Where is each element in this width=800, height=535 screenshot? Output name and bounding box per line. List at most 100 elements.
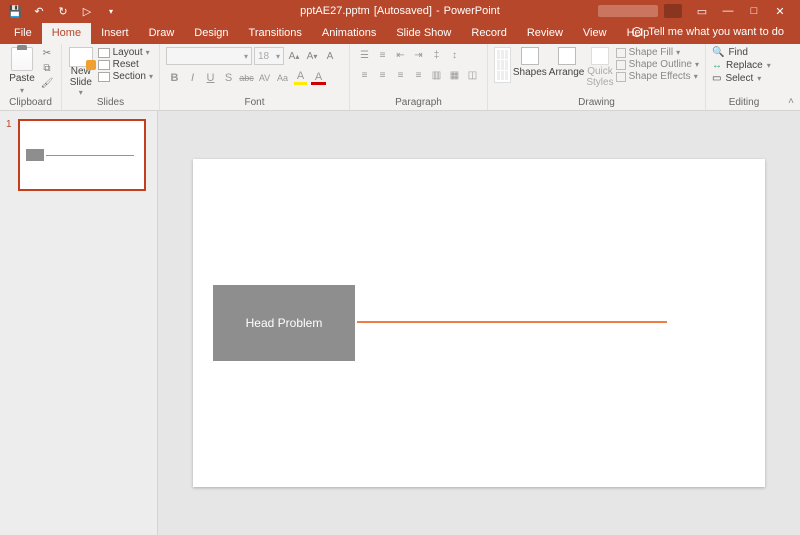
shapes-gallery[interactable] bbox=[494, 47, 511, 83]
tab-home[interactable]: Home bbox=[42, 23, 91, 44]
font-color-swatch bbox=[311, 82, 326, 85]
columns-icon[interactable]: ▥ bbox=[428, 67, 445, 83]
justify-icon[interactable]: ≡ bbox=[410, 67, 427, 83]
tell-me-label: Tell me what you want to do bbox=[648, 26, 784, 38]
shape-outline-button[interactable]: Shape Outline▾ bbox=[616, 59, 699, 70]
strikethrough-button[interactable]: abc bbox=[238, 69, 255, 86]
doc-autosaved: [Autosaved] bbox=[374, 5, 432, 17]
new-slide-button[interactable]: New Slide ▾ bbox=[68, 47, 94, 97]
select-button[interactable]: ▭Select▾ bbox=[712, 73, 776, 84]
shape-fill-button[interactable]: Shape Fill▾ bbox=[616, 47, 699, 58]
tab-draw[interactable]: Draw bbox=[139, 23, 185, 44]
slide-thumbnail-pane[interactable]: 1 bbox=[0, 111, 158, 535]
bold-button[interactable]: B bbox=[166, 69, 183, 86]
paste-icon bbox=[11, 47, 33, 71]
title-placeholder[interactable]: Head Problem bbox=[213, 285, 355, 361]
tab-transitions[interactable]: Transitions bbox=[239, 23, 312, 44]
text-direction-icon[interactable]: ↕ bbox=[446, 47, 463, 63]
increase-indent-icon[interactable]: ⇥ bbox=[410, 47, 427, 63]
newslide-dropdown-icon[interactable]: ▾ bbox=[79, 88, 83, 97]
quick-styles-button[interactable]: Quick Styles bbox=[586, 47, 613, 88]
font-highlight-button[interactable]: A bbox=[292, 69, 309, 86]
text-shadow-button[interactable]: S bbox=[220, 69, 237, 86]
start-from-beginning-icon[interactable]: ▷ bbox=[80, 4, 94, 18]
font-size-combo[interactable]: 18▾ bbox=[254, 47, 284, 65]
shapes-icon bbox=[521, 47, 539, 65]
decorative-line[interactable] bbox=[357, 321, 667, 323]
slide-editor-area[interactable]: Head Problem bbox=[158, 111, 800, 535]
font-size-value: 18 bbox=[258, 51, 269, 62]
save-icon[interactable]: 💾 bbox=[8, 4, 22, 18]
underline-button[interactable]: U bbox=[202, 69, 219, 86]
tab-animations[interactable]: Animations bbox=[312, 23, 386, 44]
shapes-label: Shapes bbox=[513, 67, 547, 78]
tab-slideshow[interactable]: Slide Show bbox=[386, 23, 461, 44]
workspace: 1 Head Problem bbox=[0, 111, 800, 535]
shape-effects-icon bbox=[616, 72, 626, 82]
decrease-font-icon[interactable]: A▾ bbox=[304, 48, 320, 64]
tab-design[interactable]: Design bbox=[184, 23, 238, 44]
undo-icon[interactable]: ↶ bbox=[32, 4, 46, 18]
smartart-icon[interactable]: ◫ bbox=[464, 67, 481, 83]
doc-filename: pptAE27.pptm bbox=[300, 5, 370, 17]
tab-view[interactable]: View bbox=[573, 23, 617, 44]
replace-button[interactable]: ↔Replace▾ bbox=[712, 60, 776, 71]
ribbon-display-icon[interactable]: ▭ bbox=[696, 5, 708, 17]
group-editing: 🔍Find ↔Replace▾ ▭Select▾ Editing bbox=[706, 44, 782, 110]
new-slide-icon bbox=[69, 47, 93, 67]
title-bar: 💾 ↶ ↻ ▷ ▾ pptAE27.pptm [Autosaved] - Pow… bbox=[0, 0, 800, 22]
copy-icon[interactable]: ⧉ bbox=[40, 62, 54, 75]
tab-file[interactable]: File bbox=[4, 23, 42, 44]
paste-button[interactable]: Paste ▾ bbox=[6, 47, 38, 95]
user-account[interactable] bbox=[598, 4, 682, 18]
section-button[interactable]: Section▾ bbox=[98, 71, 153, 82]
font-family-combo[interactable]: ▾ bbox=[166, 47, 252, 65]
align-left-icon[interactable]: ≡ bbox=[356, 67, 373, 83]
clear-formatting-icon[interactable]: A bbox=[322, 48, 338, 64]
quick-access-toolbar: 💾 ↶ ↻ ▷ ▾ bbox=[0, 4, 118, 18]
cut-icon[interactable]: ✂ bbox=[40, 47, 54, 60]
quick-styles-label: Quick Styles bbox=[586, 67, 613, 88]
bullets-icon[interactable]: ☰ bbox=[356, 47, 373, 63]
tab-record[interactable]: Record bbox=[461, 23, 516, 44]
thumbnail-preview[interactable] bbox=[18, 119, 146, 191]
minimize-icon[interactable]: — bbox=[722, 5, 734, 17]
italic-button[interactable]: I bbox=[184, 69, 201, 86]
tell-me-search[interactable]: Tell me what you want to do bbox=[632, 26, 784, 38]
group-label-slides: Slides bbox=[62, 97, 159, 108]
increase-font-icon[interactable]: A▴ bbox=[286, 48, 302, 64]
close-icon[interactable]: ✕ bbox=[774, 5, 786, 17]
group-label-editing: Editing bbox=[706, 97, 782, 108]
maximize-icon[interactable]: □ bbox=[748, 5, 760, 17]
group-label-font: Font bbox=[160, 97, 349, 108]
reset-button[interactable]: Reset bbox=[98, 59, 153, 70]
slide-canvas[interactable]: Head Problem bbox=[193, 159, 765, 487]
select-icon: ▭ bbox=[712, 73, 721, 84]
window-title: pptAE27.pptm [Autosaved] - PowerPoint bbox=[300, 5, 500, 17]
find-button[interactable]: 🔍Find bbox=[712, 47, 776, 58]
arrange-button[interactable]: Arrange bbox=[549, 47, 585, 78]
lightbulb-icon bbox=[632, 27, 642, 37]
qat-customize-icon[interactable]: ▾ bbox=[104, 4, 118, 18]
shapes-button[interactable]: Shapes bbox=[513, 47, 547, 78]
align-center-icon[interactable]: ≡ bbox=[374, 67, 391, 83]
char-spacing-button[interactable]: AV bbox=[256, 69, 273, 86]
line-spacing-icon[interactable]: ‡ bbox=[428, 47, 445, 63]
shape-effects-button[interactable]: Shape Effects▾ bbox=[616, 71, 699, 82]
collapse-ribbon-icon[interactable]: ˄ bbox=[788, 96, 794, 107]
layout-button[interactable]: Layout▾ bbox=[98, 47, 153, 58]
align-text-icon[interactable]: ▦ bbox=[446, 67, 463, 83]
format-painter-icon[interactable]: 🖌 bbox=[40, 77, 54, 90]
align-right-icon[interactable]: ≡ bbox=[392, 67, 409, 83]
numbering-icon[interactable]: ≡ bbox=[374, 47, 391, 63]
font-color-button[interactable]: A bbox=[310, 69, 327, 86]
thumbnail-1[interactable]: 1 bbox=[6, 119, 151, 191]
tab-insert[interactable]: Insert bbox=[91, 23, 139, 44]
user-avatar bbox=[664, 4, 682, 18]
paste-dropdown-icon[interactable]: ▾ bbox=[20, 86, 24, 95]
tab-review[interactable]: Review bbox=[517, 23, 573, 44]
change-case-button[interactable]: Aa bbox=[274, 69, 291, 86]
group-slides: New Slide ▾ Layout▾ Reset Section▾ Slide… bbox=[62, 44, 160, 110]
decrease-indent-icon[interactable]: ⇤ bbox=[392, 47, 409, 63]
redo-icon[interactable]: ↻ bbox=[56, 4, 70, 18]
